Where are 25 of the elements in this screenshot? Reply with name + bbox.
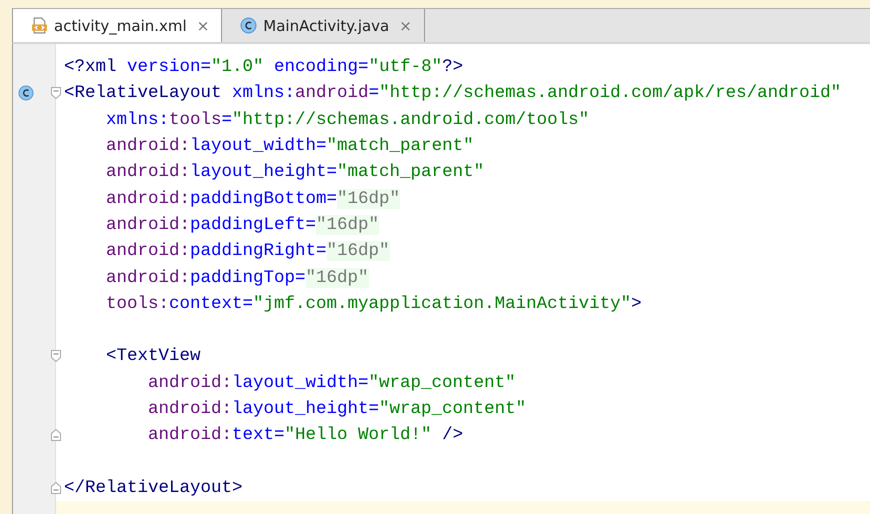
code-line: </RelativeLayout> [64, 478, 243, 498]
code-line: android:layout_height="match_parent" [106, 162, 484, 182]
class-icon [240, 17, 258, 34]
code-line: android:layout_width="wrap_content" [148, 372, 516, 393]
code-line: android:layout_height="wrap_content" [148, 399, 526, 419]
code-line: android:paddingLeft="16dp" [106, 214, 380, 235]
code-line: tools:context="jmf.com.myapplication.MainActivity"> [106, 294, 642, 314]
code-line: android:paddingTop="16dp" [106, 268, 369, 288]
fold-marker-icon[interactable] [51, 429, 61, 442]
code-line: android:paddingRight="16dp" [106, 241, 390, 262]
xml-file-icon [31, 17, 48, 34]
close-icon[interactable]: × [399, 16, 412, 34]
fold-marker-icon[interactable] [51, 482, 61, 494]
code-line: android:paddingBottom="16dp" [106, 188, 400, 209]
code-line: android:layout_width="match_parent" [106, 136, 474, 156]
code-line: <TextView [106, 346, 201, 366]
code-line: xmlns:tools="http://schemas.android.com/tools" [106, 110, 590, 130]
class-icon[interactable] [18, 85, 34, 102]
fold-marker-icon[interactable] [51, 350, 61, 362]
code-line: <RelativeLayout xmlns:android="http://schemas.android.com/apk/res/android" [64, 83, 842, 104]
editor-tab[interactable]: activity_main.xml × [13, 9, 222, 42]
close-icon[interactable]: × [196, 16, 210, 34]
fold-marker-icon[interactable] [51, 87, 61, 100]
code-line: <?xml version="1.0" encoding="utf-8"?> [64, 57, 464, 78]
code-line: android:text="Hello World!" /> [148, 425, 464, 446]
